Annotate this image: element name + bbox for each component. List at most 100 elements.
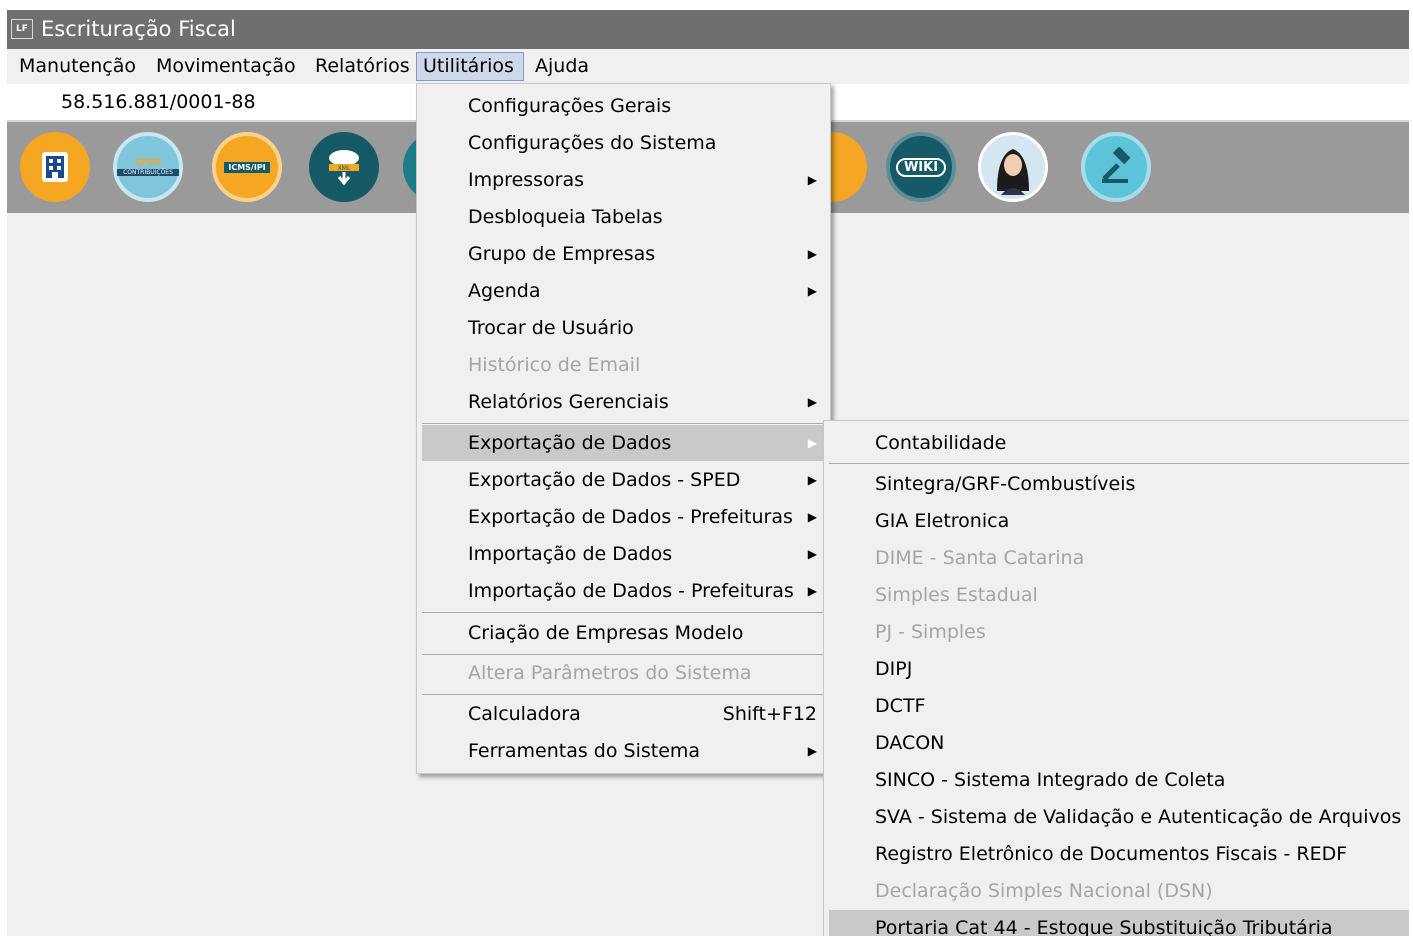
menu-item-label: Trocar de Usuário	[468, 317, 634, 339]
menu-item-altera-parametros: Altera Parâmetros do Sistema	[422, 655, 825, 691]
submenu-item-sva[interactable]: SVA - Sistema de Validação e Autenticaçã…	[829, 799, 1409, 835]
submenu-item-label: Portaria Cat 44 - Estoque Substituição T…	[875, 917, 1333, 936]
assistant-avatar-icon[interactable]	[978, 132, 1048, 202]
menu-item-label: Exportação de Dados - SPED	[468, 469, 741, 491]
submenu-item-label: DACON	[875, 732, 945, 754]
menu-item-label: Agenda	[468, 280, 541, 302]
menu-item-label: Histórico de Email	[468, 354, 641, 376]
submenu-item-label: Contabilidade	[875, 432, 1007, 454]
menu-item-criacao-empresas-modelo[interactable]: Criação de Empresas Modelo	[422, 615, 825, 651]
submenu-arrow-icon: ▶	[807, 395, 817, 409]
shortcut-label: Shift+F12	[722, 703, 817, 725]
menu-item-label: Relatórios Gerenciais	[468, 391, 669, 413]
submenu-item-portaria-cat-44[interactable]: Portaria Cat 44 - Estoque Substituição T…	[829, 910, 1409, 936]
submenu-item-redf[interactable]: Registro Eletrônico de Documentos Fiscai…	[829, 836, 1409, 872]
cloud-xml-download-icon[interactable]: XML	[309, 132, 379, 202]
application-window: LF Escrituração Fiscal Manutenção Movime…	[7, 10, 1409, 936]
menu-movimentacao[interactable]: Movimentação	[150, 52, 302, 81]
menu-utilitarios[interactable]: Utilitários	[416, 52, 524, 81]
menu-item-exportacao-sped[interactable]: Exportação de Dados - SPED ▶	[422, 462, 825, 498]
wiki-icon[interactable]: WIKI	[886, 132, 956, 202]
menu-item-label: Importação de Dados - Prefeituras	[468, 580, 794, 602]
menu-item-trocar-usuario[interactable]: Trocar de Usuário	[422, 310, 825, 346]
menu-item-label: Ferramentas do Sistema	[468, 740, 701, 762]
menu-item-label: Impressoras	[468, 169, 585, 191]
submenu-item-label: DIME - Santa Catarina	[875, 547, 1085, 569]
menu-item-ferramentas-sistema[interactable]: Ferramentas do Sistema ▶	[422, 733, 825, 769]
svg-text:XML: XML	[338, 165, 351, 172]
sped-contribuicoes-icon[interactable]: SPED CONTRIBUIÇÕES	[113, 132, 183, 202]
gavel-icon[interactable]	[1081, 132, 1151, 202]
menu-item-importacao-dados[interactable]: Importação de Dados ▶	[422, 536, 825, 572]
gavel-glyph	[1102, 147, 1131, 183]
icms-ipi-icon[interactable]: ICMS/IPI	[212, 132, 282, 202]
submenu-arrow-icon: ▶	[807, 436, 817, 450]
building-glyph	[42, 152, 68, 182]
menu-item-importacao-prefeituras[interactable]: Importação de Dados - Prefeituras ▶	[422, 573, 825, 609]
title-bar: LF Escrituração Fiscal	[7, 10, 1409, 49]
submenu-item-label: Registro Eletrônico de Documentos Fiscai…	[875, 843, 1348, 865]
exportacao-dados-submenu: Contabilidade Sintegra/GRF-Combustíveis …	[823, 420, 1409, 936]
avatar-glyph	[997, 149, 1029, 195]
menu-item-agenda[interactable]: Agenda ▶	[422, 273, 825, 309]
submenu-item-label: PJ - Simples	[875, 621, 986, 643]
menu-separator	[422, 612, 825, 613]
building-icon[interactable]	[20, 132, 90, 202]
menu-item-label: Configurações do Sistema	[468, 132, 717, 154]
submenu-item-dipj[interactable]: DIPJ	[829, 651, 1409, 687]
menu-separator	[422, 423, 825, 424]
menu-item-label: Criação de Empresas Modelo	[468, 622, 744, 644]
menu-manutencao[interactable]: Manutenção	[13, 52, 142, 81]
submenu-arrow-icon: ▶	[807, 284, 817, 298]
submenu-arrow-icon: ▶	[807, 584, 817, 598]
submenu-item-pj-simples: PJ - Simples	[829, 614, 1409, 650]
menu-item-desbloqueia-tabelas[interactable]: Desbloqueia Tabelas	[422, 199, 825, 235]
menu-item-grupo-empresas[interactable]: Grupo de Empresas ▶	[422, 236, 825, 272]
menu-item-relatorios-gerenciais[interactable]: Relatórios Gerenciais ▶	[422, 384, 825, 420]
cloud-glyph: XML	[329, 150, 359, 186]
submenu-item-dime: DIME - Santa Catarina	[829, 540, 1409, 576]
submenu-item-label: SVA - Sistema de Validação e Autenticaçã…	[875, 806, 1409, 828]
submenu-arrow-icon: ▶	[807, 247, 817, 261]
menu-ajuda[interactable]: Ajuda	[529, 52, 595, 81]
submenu-item-contabilidade[interactable]: Contabilidade	[829, 425, 1409, 461]
wiki-text: WIKI	[895, 157, 947, 177]
submenu-item-label: Sintegra/GRF-Combustíveis	[875, 473, 1136, 495]
submenu-item-dsn: Declaração Simples Nacional (DSN)	[829, 873, 1409, 909]
menu-separator	[422, 694, 825, 695]
submenu-arrow-icon: ▶	[807, 173, 817, 187]
submenu-item-dacon[interactable]: DACON	[829, 725, 1409, 761]
menu-item-label: Exportação de Dados	[468, 432, 672, 454]
submenu-item-sinco[interactable]: SINCO - Sistema Integrado de Coleta	[829, 762, 1409, 798]
utilitarios-menu: Configurações Gerais Configurações do Si…	[416, 83, 831, 774]
submenu-item-label: SINCO - Sistema Integrado de Coleta	[875, 769, 1226, 791]
contribuicoes-text: CONTRIBUIÇÕES	[117, 169, 179, 176]
window-title: Escrituração Fiscal	[41, 17, 236, 41]
submenu-arrow-icon: ▶	[807, 510, 817, 524]
menu-item-label: Configurações Gerais	[468, 95, 672, 117]
submenu-arrow-icon: ▶	[807, 547, 817, 561]
submenu-arrow-icon: ▶	[807, 744, 817, 758]
menu-item-label: Grupo de Empresas	[468, 243, 656, 265]
sped-text: SPED	[134, 158, 162, 168]
menu-item-configuracoes-sistema[interactable]: Configurações do Sistema	[422, 125, 825, 161]
menu-item-configuracoes-gerais[interactable]: Configurações Gerais	[422, 88, 825, 124]
menu-item-historico-email: Histórico de Email	[422, 347, 825, 383]
menu-item-exportacao-prefeituras[interactable]: Exportação de Dados - Prefeituras ▶	[422, 499, 825, 535]
submenu-item-label: Simples Estadual	[875, 584, 1038, 606]
submenu-item-sintegra[interactable]: Sintegra/GRF-Combustíveis	[829, 466, 1409, 502]
icms-ipi-text: ICMS/IPI	[224, 161, 270, 173]
submenu-item-label: DIPJ	[875, 658, 913, 680]
menu-item-calculadora[interactable]: Calculadora Shift+F12	[422, 696, 825, 732]
menu-item-label: Desbloqueia Tabelas	[468, 206, 663, 228]
submenu-item-gia[interactable]: GIA Eletronica	[829, 503, 1409, 539]
sped-label: SPED CONTRIBUIÇÕES	[117, 158, 179, 176]
submenu-item-label: DCTF	[875, 695, 926, 717]
submenu-item-label: Declaração Simples Nacional (DSN)	[875, 880, 1213, 902]
menu-item-label: Exportação de Dados - Prefeituras	[468, 506, 793, 528]
menu-item-impressoras[interactable]: Impressoras ▶	[422, 162, 825, 198]
menu-item-exportacao-dados[interactable]: Exportação de Dados ▶	[422, 425, 825, 461]
submenu-item-dctf[interactable]: DCTF	[829, 688, 1409, 724]
app-icon: LF	[11, 19, 33, 39]
menu-relatorios[interactable]: Relatórios	[309, 52, 416, 81]
